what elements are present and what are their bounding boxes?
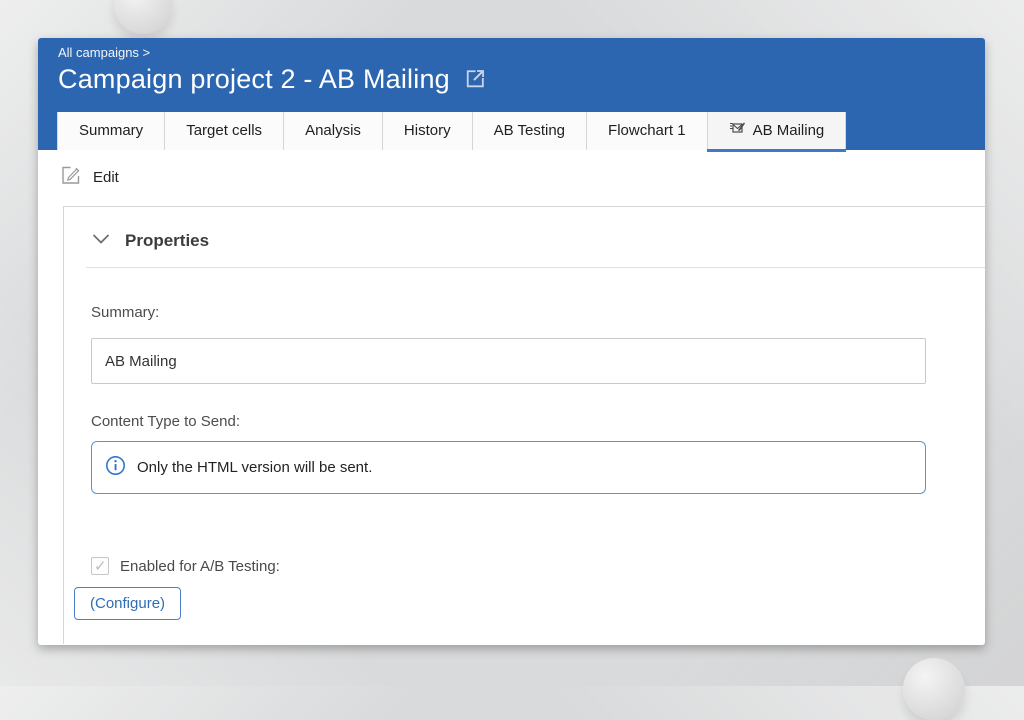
info-text: Only the HTML version will be sent. <box>137 459 372 476</box>
external-link-icon[interactable] <box>462 66 487 96</box>
sphere-decoration-top <box>114 0 172 34</box>
ab-testing-label: Enabled for A/B Testing: <box>120 558 280 575</box>
tab-label: AB Testing <box>494 112 565 150</box>
summary-input[interactable] <box>91 338 926 384</box>
tab-label: History <box>404 112 451 150</box>
properties-section-header[interactable]: Properties <box>91 231 209 251</box>
sphere-decoration-bottom <box>903 658 965 720</box>
ab-testing-row: Enabled for A/B Testing: <box>91 557 985 575</box>
tab-label: AB Mailing <box>753 112 825 150</box>
configure-label: (Configure) <box>90 595 165 612</box>
info-icon <box>105 455 126 480</box>
edit-pencil-icon <box>60 164 82 190</box>
desktop-background: { "header": { "breadcrumb": "All campaig… <box>0 0 1024 686</box>
campaign-window: All campaigns > Campaign project 2 - AB … <box>38 38 985 645</box>
tab-ab-mailing[interactable]: AB Mailing <box>708 112 847 150</box>
properties-panel-body: Properties Summary: Content Type to Send… <box>64 207 985 620</box>
ab-testing-checkbox[interactable] <box>91 557 109 575</box>
tab-label: Flowchart 1 <box>608 112 686 150</box>
tab-summary[interactable]: Summary <box>57 112 165 150</box>
configure-button[interactable]: (Configure) <box>74 587 181 620</box>
action-toolbar: Edit <box>38 150 985 206</box>
summary-label: Summary: <box>91 304 985 321</box>
content-type-info-box: Only the HTML version will be sent. <box>91 441 926 494</box>
properties-panel: Properties Summary: Content Type to Send… <box>63 206 985 644</box>
campaign-header: All campaigns > Campaign project 2 - AB … <box>38 38 985 150</box>
tab-label: Summary <box>79 112 143 150</box>
title-row: Campaign project 2 - AB Mailing <box>38 60 985 96</box>
breadcrumb[interactable]: All campaigns > <box>38 38 985 60</box>
delivery-icon <box>729 112 746 150</box>
page-title: Campaign project 2 - AB Mailing <box>58 64 450 95</box>
tab-history[interactable]: History <box>383 112 473 150</box>
tab-target-cells[interactable]: Target cells <box>165 112 284 150</box>
tab-label: Target cells <box>186 112 262 150</box>
chevron-down-icon <box>91 232 111 250</box>
content-type-label: Content Type to Send: <box>91 413 985 430</box>
edit-label: Edit <box>93 169 119 186</box>
section-title: Properties <box>125 231 209 251</box>
tab-flowchart-1[interactable]: Flowchart 1 <box>587 112 708 150</box>
section-divider <box>86 267 985 268</box>
tab-label: Analysis <box>305 112 361 150</box>
tab-bar: Summary Target cells Analysis History AB… <box>57 112 846 150</box>
tab-ab-testing[interactable]: AB Testing <box>473 112 587 150</box>
tab-analysis[interactable]: Analysis <box>284 112 383 150</box>
edit-button[interactable]: Edit <box>60 164 119 190</box>
